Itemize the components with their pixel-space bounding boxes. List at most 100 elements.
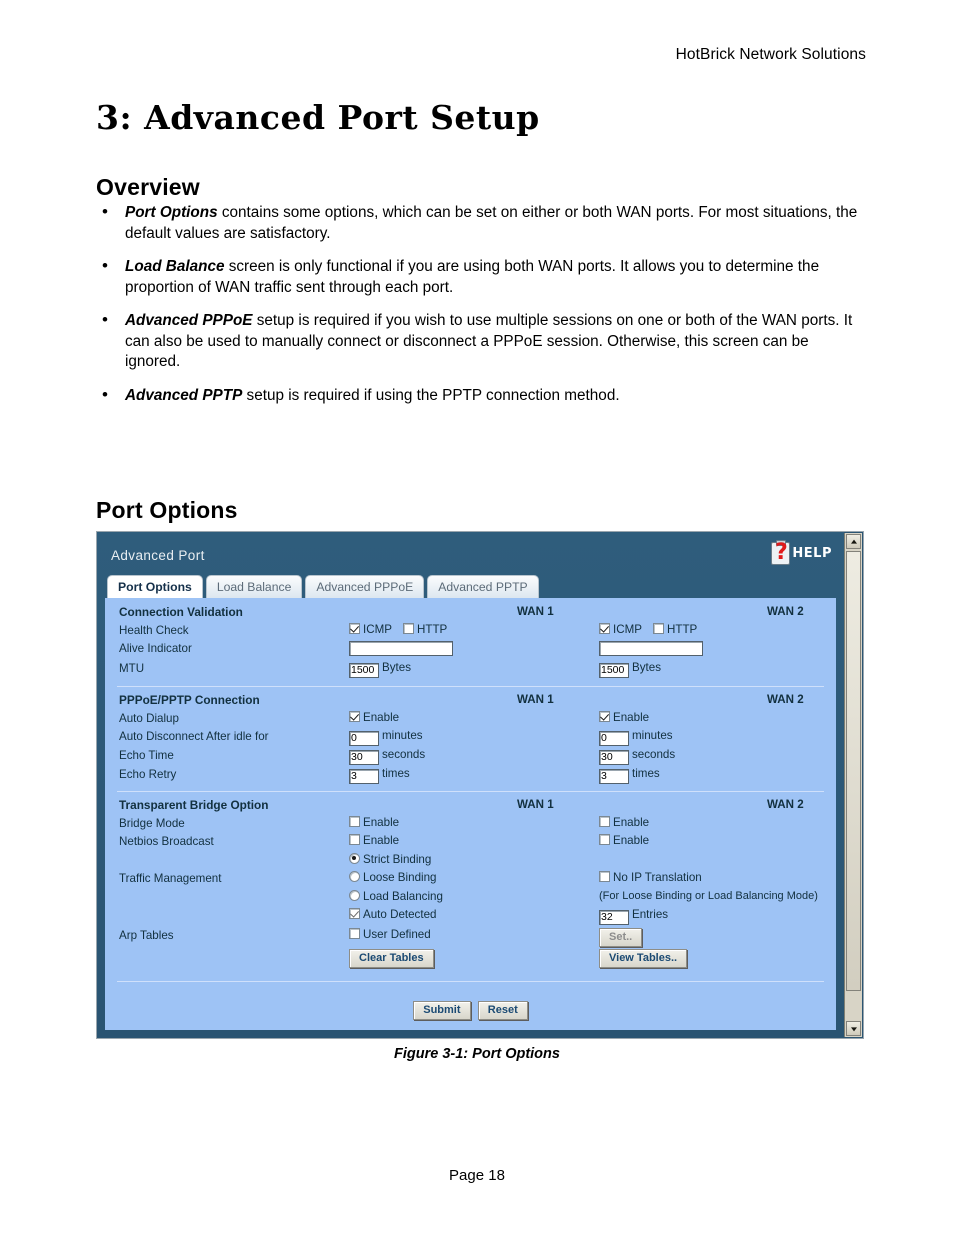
list-item-text: screen is only functional if you are usi… <box>125 258 820 296</box>
list-item-text: contains some options, which can be set … <box>125 204 858 242</box>
checkbox-wan2-auto-dialup[interactable] <box>599 710 610 722</box>
label-wan1-bridge-mode-enable: Enable <box>363 815 400 829</box>
field-label-alive-indicator: Alive Indicator <box>119 642 192 655</box>
tab-load-balance[interactable]: Load Balance <box>205 575 303 599</box>
clear-tables-button[interactable]: Clear Tables <box>349 949 434 968</box>
checkbox-no-ip-translation[interactable] <box>599 871 610 882</box>
unit-wan1-echo-time: seconds <box>382 748 426 761</box>
input-wan2-auto-disconnect[interactable]: 0 <box>599 731 629 746</box>
row-traffic-management-loose: Traffic Management Loose Binding No IP T… <box>117 871 824 890</box>
checkbox-wan1-http[interactable] <box>402 622 414 634</box>
section-title: PPPoE/PPTP Connection <box>119 693 260 707</box>
overview-bullet-list: • Port Options contains some options, wh… <box>96 202 866 419</box>
input-wan1-mtu[interactable]: 1500 <box>349 663 379 678</box>
scrollbar-thumb[interactable] <box>846 551 861 991</box>
checkbox-wan1-bridge-mode[interactable] <box>349 815 360 827</box>
column-header-wan2: WAN 2 <box>767 798 804 811</box>
port-options-form: Connection Validation WAN 1 WAN 2 Health… <box>105 598 836 1030</box>
section-header-row: PPPoE/PPTP Connection WAN 1 WAN 2 <box>117 692 824 711</box>
radio-load-balancing[interactable] <box>349 889 360 901</box>
row-echo-retry: Echo Retry 3 times 3 times <box>117 767 824 786</box>
input-arp-entries[interactable]: 32 <box>599 910 629 925</box>
row-mtu: MTU 1500 Bytes 1500 Bytes <box>117 661 824 681</box>
label-wan1-netbios-enable: Enable <box>363 834 400 847</box>
label-loose-binding: Loose Binding <box>363 871 437 884</box>
radio-strict-binding[interactable] <box>349 852 360 864</box>
help-button[interactable]: ? HELP <box>771 540 832 565</box>
unit-wan2-mtu: Bytes <box>632 661 661 674</box>
unit-wan1-auto-disconnect: minutes <box>382 729 423 742</box>
submit-button[interactable]: Submit <box>413 1001 471 1020</box>
row-health-check: Health Check ICMP HTTP ICMP HTTP <box>117 622 824 642</box>
help-clipboard-icon: ? <box>771 540 791 565</box>
input-wan1-alive-indicator[interactable] <box>349 641 453 656</box>
page-footer: Page 18 <box>449 1167 505 1184</box>
reset-button[interactable]: Reset <box>477 1001 528 1020</box>
scroll-down-arrow-icon[interactable] <box>846 1021 861 1036</box>
label-wan2-icmp: ICMP <box>613 622 642 636</box>
section-pppoe-pptp-connection: PPPoE/PPTP Connection WAN 1 WAN 2 Auto D… <box>117 692 824 786</box>
tab-advanced-pptp[interactable]: Advanced PPTP <box>427 575 539 599</box>
row-netbios-broadcast: Netbios Broadcast Enable Enable <box>117 834 824 853</box>
divider <box>117 791 824 792</box>
tab-advanced-pppoe[interactable]: Advanced PPPoE <box>305 575 425 599</box>
tab-port-options[interactable]: Port Options <box>107 575 203 599</box>
row-arp-table-buttons: Clear Tables View Tables.. <box>117 949 824 973</box>
section-transparent-bridge-option: Transparent Bridge Option WAN 1 WAN 2 Br… <box>117 797 824 973</box>
tab-bar: Port Options Load Balance Advanced PPPoE… <box>107 575 539 599</box>
list-item-term: Advanced PPTP <box>125 386 243 404</box>
field-label-mtu: MTU <box>119 662 145 675</box>
list-item: • Advanced PPPoE setup is required if yo… <box>96 310 866 373</box>
input-wan1-echo-retry[interactable]: 3 <box>349 769 379 784</box>
checkbox-wan2-netbios[interactable] <box>599 834 610 845</box>
list-item: • Port Options contains some options, wh… <box>96 202 866 244</box>
section-title: Transparent Bridge Option <box>119 798 269 812</box>
label-strict-binding: Strict Binding <box>363 852 432 866</box>
checkbox-auto-detected[interactable] <box>349 908 360 919</box>
chapter-title: 3: Advanced Port Setup <box>96 98 540 138</box>
unit-wan1-mtu: Bytes <box>382 661 411 674</box>
field-label-traffic-management: Traffic Management <box>119 872 222 885</box>
checkbox-wan2-bridge-mode[interactable] <box>599 815 610 827</box>
label-wan1-icmp: ICMP <box>363 622 392 636</box>
router-window: Advanced Port ? HELP Port Options Load B… <box>97 532 844 1038</box>
view-tables-button[interactable]: View Tables.. <box>599 949 688 968</box>
checkbox-user-defined[interactable] <box>349 928 360 939</box>
help-label: HELP <box>792 546 832 561</box>
wan1-health-check-group: ICMP HTTP <box>349 622 458 636</box>
checkbox-wan2-icmp[interactable] <box>599 622 610 634</box>
input-wan1-echo-time[interactable]: 30 <box>349 750 379 765</box>
divider <box>117 686 824 687</box>
input-wan2-alive-indicator[interactable] <box>599 641 703 656</box>
field-label-health-check: Health Check <box>119 623 189 637</box>
field-label-echo-retry: Echo Retry <box>119 768 177 781</box>
list-item-text: setup is required if using the PPTP conn… <box>242 386 620 404</box>
unit-wan2-auto-disconnect: minutes <box>632 729 673 742</box>
label-wan1-auto-dialup-enable: Enable <box>363 710 400 724</box>
input-wan2-echo-retry[interactable]: 3 <box>599 769 629 784</box>
column-header-wan1: WAN 1 <box>517 798 554 811</box>
window-title: Advanced Port <box>111 548 205 563</box>
set-button[interactable]: Set.. <box>599 928 643 947</box>
row-arp-user-defined: Arp Tables User Defined Set.. <box>117 928 824 949</box>
radio-loose-binding[interactable] <box>349 871 360 882</box>
row-alive-indicator: Alive Indicator <box>117 641 824 661</box>
label-load-balancing: Load Balancing <box>363 889 443 903</box>
field-label-auto-dialup: Auto Dialup <box>119 711 179 725</box>
checkbox-wan1-auto-dialup[interactable] <box>349 710 360 722</box>
row-traffic-management-strict: Strict Binding <box>117 852 824 872</box>
scroll-up-arrow-icon[interactable] <box>846 534 861 549</box>
input-wan2-mtu[interactable]: 1500 <box>599 663 629 678</box>
row-bridge-mode: Bridge Mode Enable Enable <box>117 815 824 835</box>
checkbox-wan2-http[interactable] <box>652 622 664 634</box>
vertical-scrollbar[interactable] <box>844 533 862 1037</box>
section-header-row: Connection Validation WAN 1 WAN 2 <box>117 604 824 623</box>
hint-no-ip-translation: (For Loose Binding or Load Balancing Mod… <box>599 889 818 902</box>
checkbox-wan1-icmp[interactable] <box>349 622 360 634</box>
checkbox-wan1-netbios[interactable] <box>349 834 360 845</box>
field-label-echo-time: Echo Time <box>119 749 174 762</box>
row-traffic-management-load-balancing: Load Balancing (For Loose Binding or Loa… <box>117 889 824 909</box>
input-wan2-echo-time[interactable]: 30 <box>599 750 629 765</box>
list-item: • Advanced PPTP setup is required if usi… <box>96 385 866 407</box>
input-wan1-auto-disconnect[interactable]: 0 <box>349 731 379 746</box>
